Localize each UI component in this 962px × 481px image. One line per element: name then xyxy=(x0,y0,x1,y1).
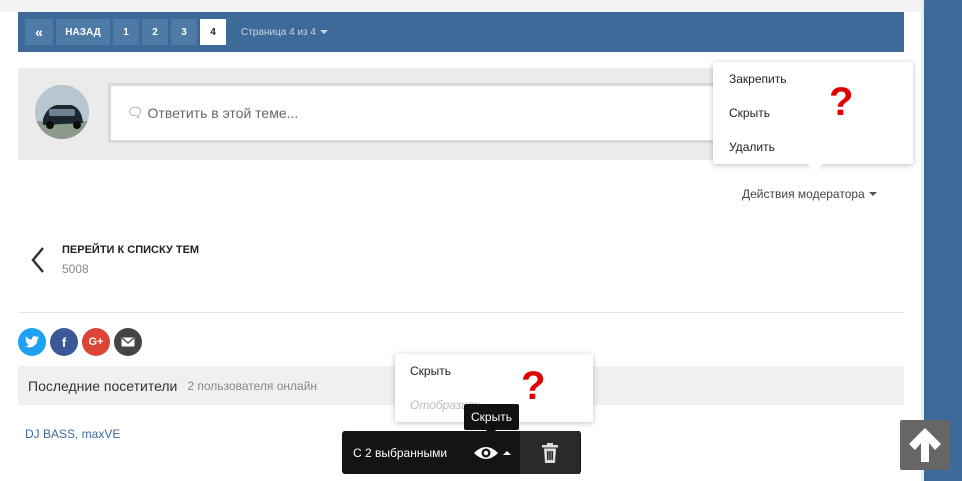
bulk-selection-bar: С 2 выбранными xyxy=(342,431,581,474)
moderator-popup-menu: Закрепить Скрыть Удалить ? xyxy=(713,62,913,172)
page-jump-dropdown[interactable]: Страница 4 из 4 xyxy=(241,27,328,38)
social-share: f G+ xyxy=(18,328,142,356)
trash-icon xyxy=(542,442,558,463)
back-link-title: ПЕРЕЙТИ К СПИСКУ ТЕМ xyxy=(62,244,200,256)
chevron-up-icon xyxy=(503,450,511,455)
comment-icon: 🗨 xyxy=(127,105,144,120)
moderator-actions-dropdown[interactable]: Действия модератора xyxy=(742,187,877,201)
first-page-button[interactable]: « xyxy=(25,19,53,45)
back-link-subtitle: 5008 xyxy=(62,262,89,276)
tooltip-label: Скрыть xyxy=(471,410,512,424)
divider xyxy=(18,312,904,313)
recent-visitors-title: Последние посетители xyxy=(28,377,178,394)
scroll-to-top-button[interactable] xyxy=(900,420,950,470)
page-button-4-active[interactable]: 4 xyxy=(200,19,226,45)
hide-action-button[interactable] xyxy=(464,431,520,474)
reply-placeholder: Ответить в этой теме... xyxy=(147,105,299,121)
menu-item-hide[interactable]: Скрыть xyxy=(729,106,770,120)
right-sidebar-bar xyxy=(924,0,962,481)
selection-count-label: С 2 выбранными xyxy=(353,445,448,460)
pagination-bar: « НАЗАД 1 2 3 4 Страница 4 из 4 xyxy=(18,12,904,52)
question-mark-annotation: ? xyxy=(829,80,854,124)
avatar xyxy=(35,85,89,139)
recent-visitors-count: 2 пользователя онлайн xyxy=(187,378,318,393)
menu-item-pin[interactable]: Закрепить xyxy=(729,72,786,86)
page-info-label: Страница 4 из 4 xyxy=(241,26,316,38)
visitor-names-list[interactable]: DJ BASS, maxVE xyxy=(25,427,120,441)
top-strip xyxy=(0,0,924,12)
moderator-actions-label: Действия модератора xyxy=(742,187,865,201)
chevron-down-icon xyxy=(868,192,877,196)
back-to-topics-link[interactable]: ПЕРЕЙТИ К СПИСКУ ТЕМ 5008 xyxy=(30,244,199,276)
chevron-left-icon xyxy=(31,247,44,273)
page-button-3[interactable]: 3 xyxy=(171,19,197,45)
twitter-icon[interactable] xyxy=(18,328,46,356)
prev-page-button[interactable]: НАЗАД xyxy=(56,19,110,45)
eye-icon xyxy=(474,446,498,459)
menu-item-delete[interactable]: Удалить xyxy=(729,140,775,154)
question-mark-annotation: ? xyxy=(521,364,546,408)
delete-action-button[interactable] xyxy=(520,431,580,474)
hide-tooltip: Скрыть xyxy=(464,404,519,435)
popup-arrow xyxy=(807,164,823,172)
visitor-names[interactable]: DJ BASS, maxVE xyxy=(25,427,120,441)
email-icon[interactable] xyxy=(114,328,142,356)
google-plus-icon[interactable]: G+ xyxy=(82,328,110,356)
page-button-2[interactable]: 2 xyxy=(142,19,168,45)
arrow-up-icon xyxy=(909,428,941,462)
facebook-icon[interactable]: f xyxy=(50,328,78,356)
menu-item-hide[interactable]: Скрыть xyxy=(410,364,451,378)
chevron-down-icon xyxy=(319,30,328,34)
page-button-1[interactable]: 1 xyxy=(113,19,139,45)
